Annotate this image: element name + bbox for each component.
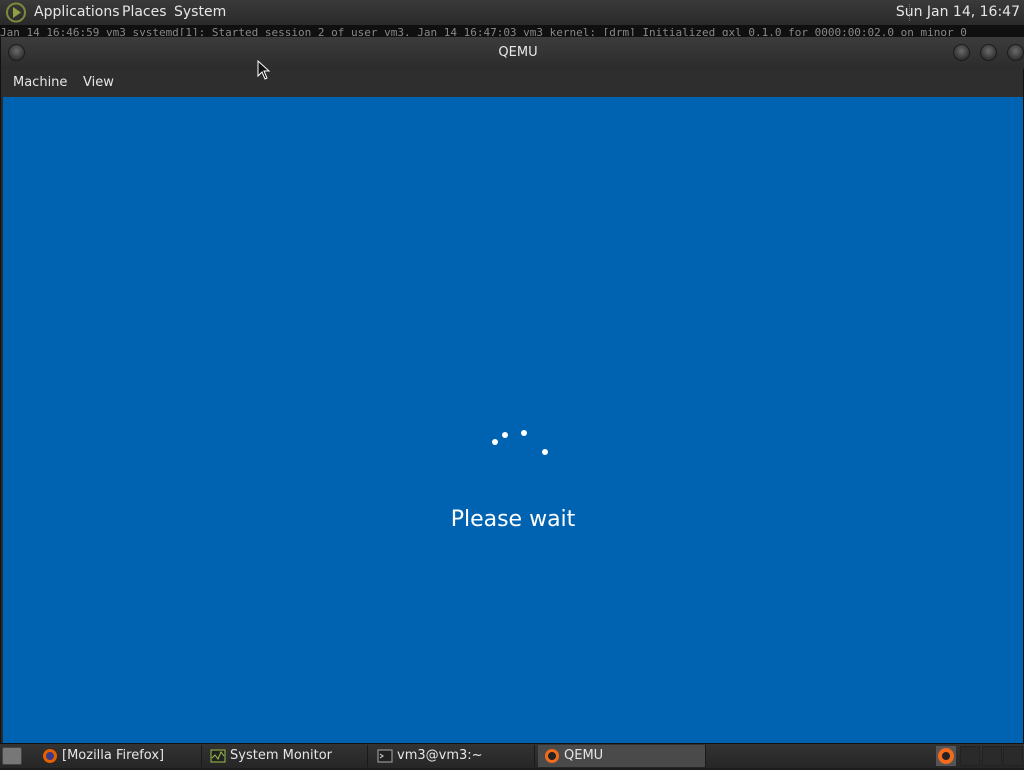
task-label: System Monitor [230,748,333,763]
workspace-switcher-1[interactable] [960,746,980,766]
menu-places[interactable]: Places [122,0,167,25]
mouse-cursor-icon [257,60,271,80]
spinner-dot [502,432,508,438]
loading-spinner-icon [483,422,553,462]
maximize-button[interactable] [980,44,997,61]
window-title: QEMU [498,45,538,60]
task-firefox[interactable]: [Mozilla Firefox] [36,745,202,767]
task-label: vm3@vm3:~ [397,748,483,763]
clock[interactable]: Sun Jan 14, 16:47 [896,0,1020,25]
show-desktop-icon[interactable] [2,747,22,765]
menu-machine[interactable]: Machine [13,69,67,97]
spinner-dot [492,439,498,445]
menu-applications[interactable]: Applications [34,0,120,25]
bottom-taskbar: [Mozilla Firefox] System Monitor vm3@vm3… [0,744,1024,768]
applications-logo-icon[interactable] [5,2,27,23]
status-text: Please wait [450,507,576,532]
menu-system[interactable]: System [174,0,226,25]
menu-view[interactable]: View [83,69,114,97]
workspace-switcher-3[interactable] [1003,746,1023,766]
tray-qemu-icon[interactable] [936,746,956,766]
terminal-icon [377,749,393,763]
qemu-icon [545,749,559,763]
spinner-dot [542,449,548,455]
task-qemu[interactable]: QEMU [538,745,706,767]
task-label: QEMU [564,748,604,763]
window-menubar: Machine View [1,69,1023,97]
system-monitor-icon [210,749,226,763]
workspace-switcher-2[interactable] [982,746,1002,766]
firefox-icon [43,749,57,763]
task-system-monitor[interactable]: System Monitor [204,745,368,767]
spinner-dot [521,430,527,436]
task-terminal[interactable]: vm3@vm3:~ [371,745,535,767]
qemu-window: QEMU Machine View Please wait [0,36,1024,744]
guest-display[interactable]: Please wait [3,97,1023,743]
top-panel: Applications Places System Sun Jan 14, 1… [0,0,1024,25]
task-label: [Mozilla Firefox] [62,748,165,763]
minimize-button[interactable] [953,44,970,61]
close-button[interactable] [1007,44,1024,61]
window-titlebar[interactable]: QEMU [1,37,1024,69]
